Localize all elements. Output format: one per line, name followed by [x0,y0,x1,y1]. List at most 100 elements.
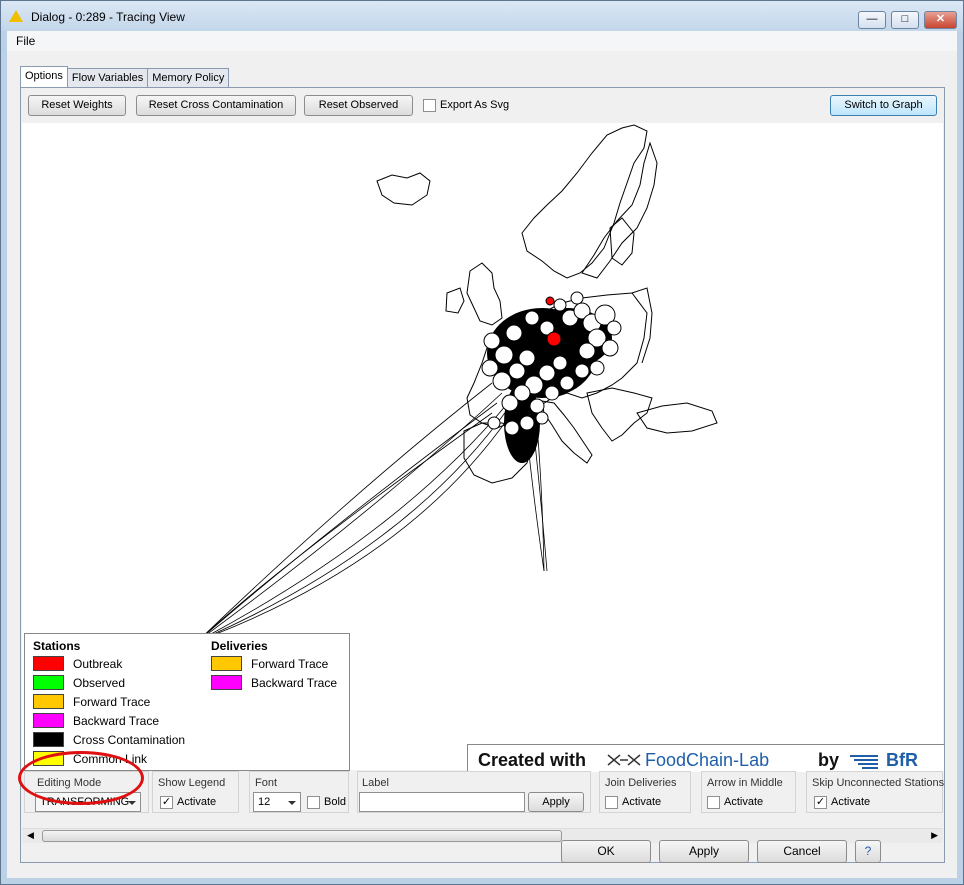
bold-checkbox[interactable] [307,796,320,809]
country-outline [609,217,635,266]
station-node [483,332,501,350]
skip-unconnected-activate: Activate [831,796,871,808]
arrow-middle-checkbox[interactable] [707,796,720,809]
label-label: Label [362,777,389,789]
cancel-button[interactable]: Cancel [757,840,847,863]
skip-unconnected-checkbox[interactable]: ✓ [814,796,827,809]
bold-label: Bold [324,796,347,808]
skip-unconnected-label: Skip Unconnected Stations [812,777,945,789]
brand-banner: Created with FoodChain-Lab by BfR [467,744,944,772]
brand-org: BfR [886,750,918,770]
legend-item: Cross Contamination [73,733,186,747]
outbreak-node [546,331,562,347]
station-node [570,291,584,305]
station-node [578,342,596,360]
tab-strip: Options Flow Variables Memory Policy [20,66,230,87]
country-outline [541,400,593,464]
export-svg-checkbox[interactable] [423,99,436,112]
minimize-button[interactable]: — [858,11,886,29]
legend-item: Backward Trace [73,714,160,728]
label-apply-button[interactable]: Apply [528,792,584,812]
legend-stations-title: Stations [33,639,81,653]
tab-options[interactable]: Options [20,66,68,87]
country-outline [631,287,653,364]
station-node [492,371,512,391]
station-node [494,345,514,365]
window-title: Dialog - 0:289 - Tracing View [31,10,185,24]
foodchain-logo-icon [607,754,641,766]
station-node [589,360,605,376]
show-legend-activate: Activate [177,796,217,808]
country-outline [581,141,658,279]
scrollbar-thumb[interactable] [42,830,562,842]
arrow-middle-activate: Activate [724,796,764,808]
reset-cross-contamination-button[interactable]: Reset Cross Contamination [136,95,296,116]
show-legend-checkbox[interactable]: ✓ [160,796,173,809]
close-button[interactable]: ✕ [924,11,957,29]
join-deliveries-group: Join Deliveries Activate [599,771,691,813]
country-outline [376,172,431,206]
legend-swatch [33,713,64,728]
legend-deliveries-title: Deliveries [211,639,268,653]
ok-button[interactable]: OK [561,840,651,863]
station-node [505,324,523,342]
arrow-middle-group: Arrow in Middle Activate [701,771,796,813]
join-deliveries-label: Join Deliveries [605,777,677,789]
tracing-map-canvas[interactable]: Stations Deliveries Outbreak Observed Fo… [22,123,944,772]
font-size-value: 12 [258,796,271,808]
label-input[interactable] [359,792,525,812]
brand-created: Created with [478,750,587,770]
font-size-select[interactable]: 12 [253,792,301,812]
highlight-annotation-circle [18,751,144,805]
station-node [559,375,575,391]
label-group: Label Apply [357,771,591,813]
menu-file[interactable]: File [16,34,35,48]
export-svg-label: Export As Svg [440,99,510,111]
reset-weights-button[interactable]: Reset Weights [28,95,126,116]
country-outline [586,387,653,442]
tab-flow-variables[interactable]: Flow Variables [66,68,149,87]
font-group: Font 12 Bold [249,771,349,813]
delivery-edge [197,402,498,642]
station-node [552,355,568,371]
legend-item: Outbreak [73,657,123,671]
title-bar: Dialog - 0:289 - Tracing View — □ ✕ [1,1,963,31]
switch-to-graph-button[interactable]: Switch to Graph [830,95,937,116]
menu-bar: File [7,31,957,51]
help-icon[interactable]: ? [855,840,881,863]
legend-swatch [211,656,242,671]
show-legend-label: Show Legend [158,777,226,789]
scroll-right-icon[interactable]: ▶ [931,830,938,841]
legend-item: Backward Trace [251,676,338,690]
station-node [519,415,535,431]
tab-memory-policy[interactable]: Memory Policy [147,68,230,87]
station-node [553,298,567,312]
country-outline [445,287,465,314]
country-outline [466,262,503,326]
station-node [535,411,549,425]
legend-item: Forward Trace [73,695,151,709]
join-deliveries-checkbox[interactable] [605,796,618,809]
station-node [487,416,501,430]
station-node [524,310,540,326]
apply-button[interactable]: Apply [659,840,749,863]
legend-item: Observed [73,676,126,690]
maximize-button[interactable]: □ [891,11,919,29]
scroll-left-icon[interactable]: ◀ [27,830,34,841]
outbreak-node [545,296,555,306]
station-node [508,362,526,380]
chevron-down-icon [288,801,296,805]
dialog-window: Dialog - 0:289 - Tracing View — □ ✕ File… [0,0,964,885]
reset-observed-button[interactable]: Reset Observed [304,95,413,116]
country-outline [521,124,648,279]
station-node [574,363,590,379]
bfr-logo-icon [850,755,878,769]
skip-unconnected-group: Skip Unconnected Stations ✓ Activate [806,771,945,813]
station-node [529,398,545,414]
station-node [518,349,536,367]
font-label: Font [255,777,278,789]
station-node [504,420,520,436]
brand-product: FoodChain-Lab [645,750,770,770]
options-panel: Reset Weights Reset Cross Contamination … [20,87,945,863]
legend-item: Forward Trace [251,657,329,671]
